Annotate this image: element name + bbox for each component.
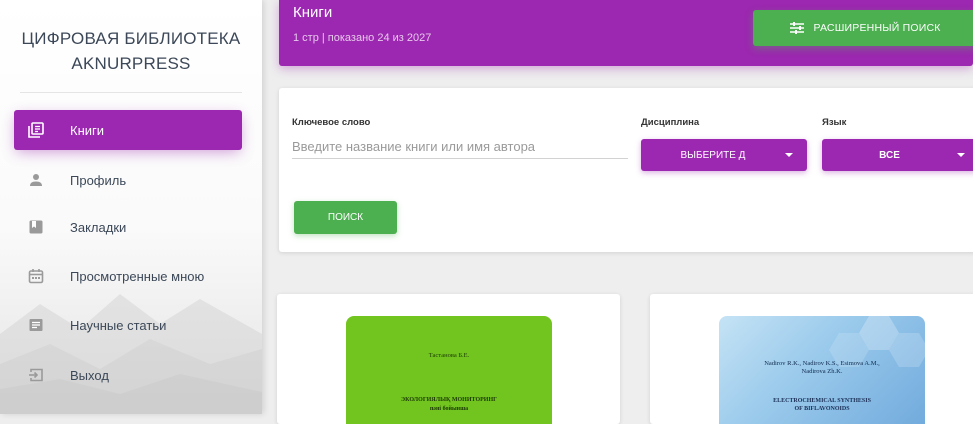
brand-line-1: ЦИФРОВАЯ БИБЛИОТЕКА: [21, 29, 241, 48]
library-books-icon: [28, 122, 44, 138]
search-form-card: Ключевое слово Дисциплина ВЫБЕРИТЕ Д Язы…: [279, 88, 973, 252]
book-author: Nadirov R.K., Nadirov K.S., Esimova A.M.…: [764, 360, 880, 367]
book-cover[interactable]: Nadirov R.K., Nadirov K.S., Esimova A.M.…: [719, 316, 925, 424]
sidebar-item-label: Выход: [70, 367, 109, 383]
book-title-line-2: OF BIFLAVONOIDS: [794, 406, 850, 412]
brand-logo-text[interactable]: ЦИФРОВАЯ БИБЛИОТЕКА AKNURPRESS: [0, 26, 262, 76]
language-label: Язык: [822, 117, 847, 128]
keyword-search-input[interactable]: [292, 134, 628, 159]
advanced-search-button[interactable]: РАСШИРЕННЫЙ ПОИСК: [753, 10, 973, 46]
sidebar-item-history[interactable]: Просмотренные мною: [14, 256, 242, 296]
sidebar-item-label: Закладки: [70, 219, 127, 235]
calendar-icon: [28, 268, 44, 284]
book-title-line-2: пәні бойынша: [429, 406, 469, 412]
book-title: ELECTROCHEMICAL SYNTHESIS: [773, 398, 871, 404]
sidebar-item-bookmarks[interactable]: Закладки: [14, 207, 242, 247]
sidebar-item-label: Профиль: [70, 172, 127, 188]
sidebar-item-label: Просмотренные мною: [70, 268, 205, 284]
sidebar-item-books[interactable]: Книги: [14, 110, 242, 150]
keyword-label: Ключевое слово: [292, 117, 371, 128]
language-selected-value: ВСЕ: [879, 149, 900, 161]
book-author-line-2: Nadirova Zh.K.: [801, 368, 843, 375]
page-title: Книги: [293, 4, 333, 21]
book-title: ЭКОЛОГИЯЛЫҚ МОНИТОРИНГ: [401, 397, 497, 403]
bookmark-icon: [28, 219, 44, 235]
brand-divider: [20, 92, 242, 93]
advanced-search-label: РАСШИРЕННЫЙ ПОИСК: [813, 22, 941, 34]
book-card[interactable]: Nadirov R.K., Nadirov K.S., Esimova A.M.…: [650, 294, 973, 424]
brand-line-2: AKNURPRESS: [71, 54, 191, 73]
chevron-down-icon: [785, 153, 793, 157]
page-subtitle: 1 стр | показано 24 из 2027: [293, 32, 432, 44]
sidebar: ЦИФРОВАЯ БИБЛИОТЕКА AKNURPRESS Книги Про…: [0, 0, 262, 414]
search-button[interactable]: ПОИСК: [294, 201, 397, 234]
article-icon: [28, 317, 44, 333]
tune-icon: [790, 22, 805, 34]
chevron-down-icon: [957, 153, 965, 157]
language-select[interactable]: ВСЕ: [822, 139, 973, 171]
sidebar-item-label: Научные статьи: [70, 317, 167, 333]
sidebar-item-label: Книги: [70, 122, 105, 138]
sidebar-item-profile[interactable]: Профиль: [14, 160, 242, 200]
logout-icon: [28, 367, 44, 383]
sidebar-item-logout[interactable]: Выход: [14, 355, 242, 395]
book-cover[interactable]: Тастанова Б.Е. ЭКОЛОГИЯЛЫҚ МОНИТОРИНГ пә…: [346, 316, 552, 424]
discipline-select[interactable]: ВЫБЕРИТЕ Д: [641, 139, 807, 171]
discipline-selected-value: ВЫБЕРИТЕ Д: [680, 149, 746, 161]
person-icon: [28, 172, 44, 188]
discipline-label: Дисциплина: [641, 117, 700, 128]
page-header-card: Книги 1 стр | показано 24 из 2027 РАСШИР…: [279, 0, 973, 66]
book-author: Тастанова Б.Е.: [428, 352, 470, 359]
sidebar-item-articles[interactable]: Научные статьи: [14, 305, 242, 345]
book-card[interactable]: Тастанова Б.Е. ЭКОЛОГИЯЛЫҚ МОНИТОРИНГ пә…: [277, 294, 620, 424]
